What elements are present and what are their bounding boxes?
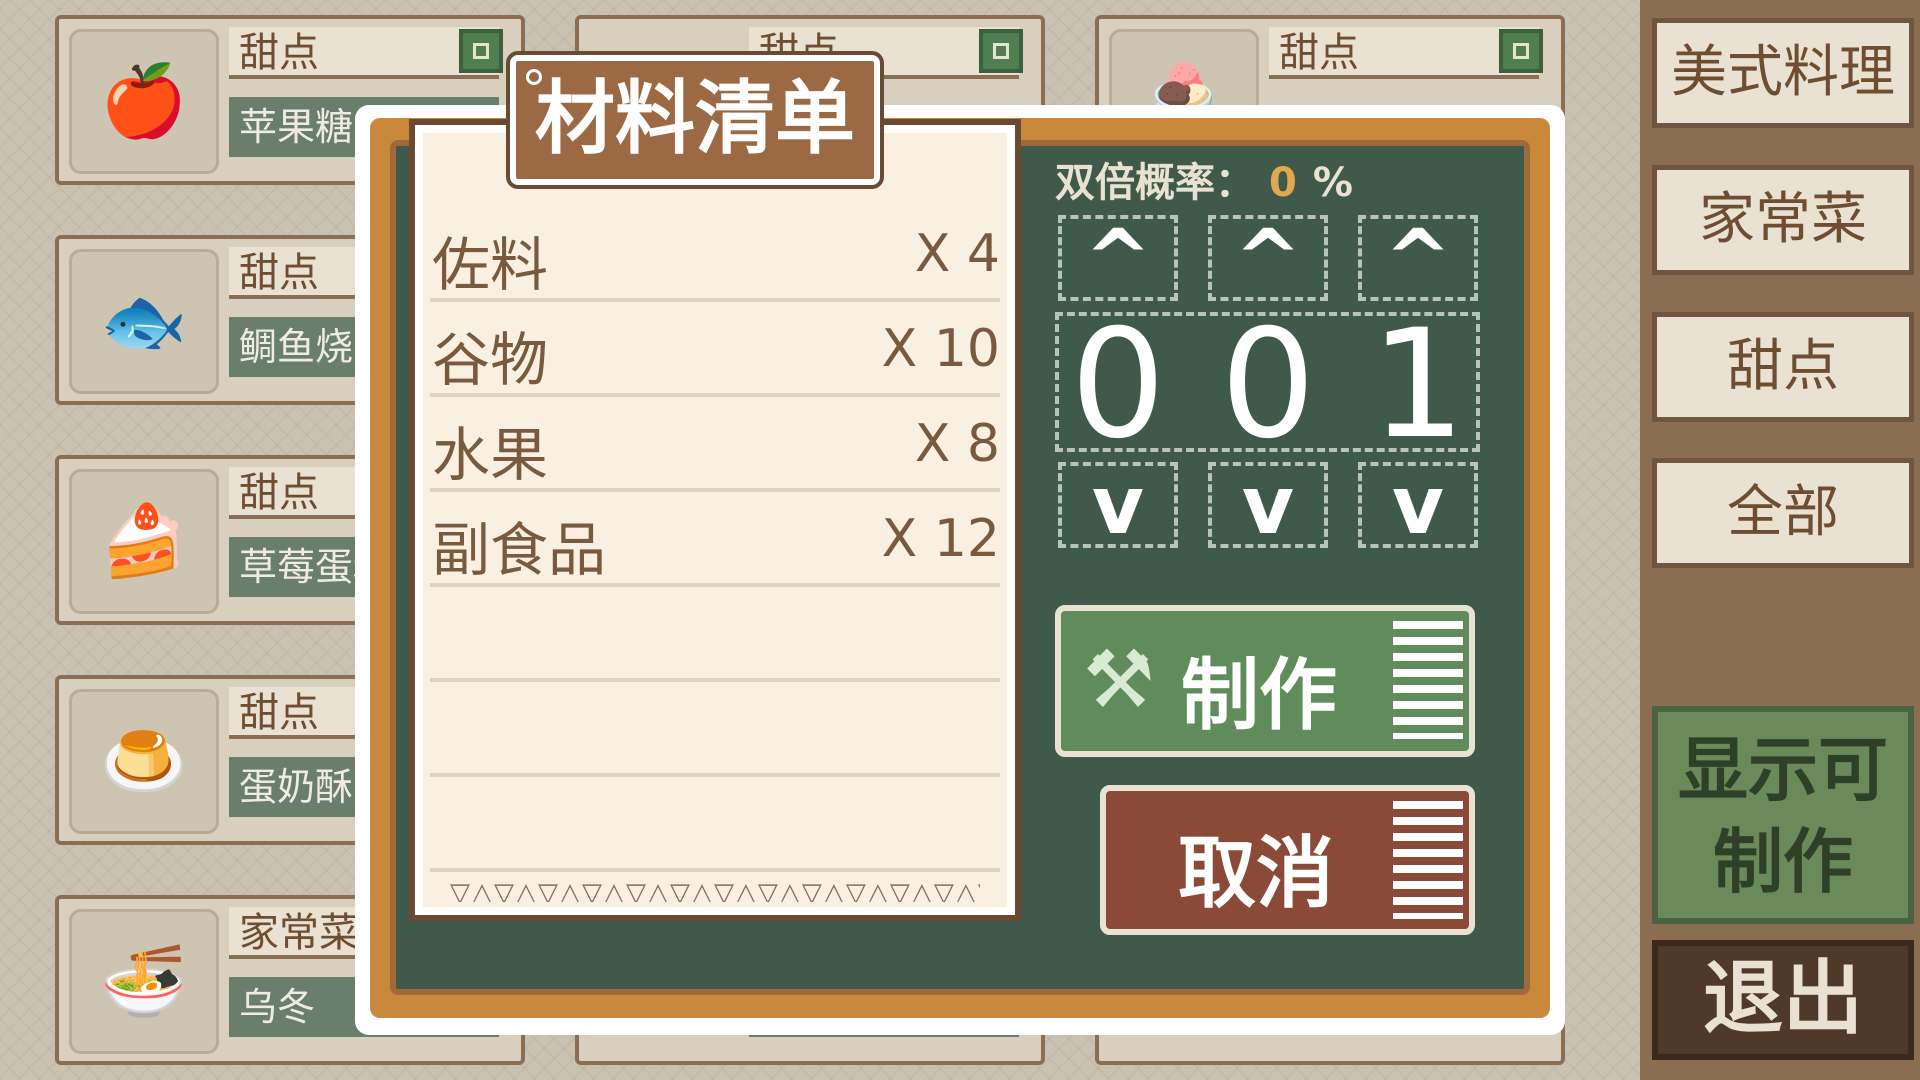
recipe-thumbnail: 🐟 bbox=[69, 249, 219, 394]
filter-home-cooking[interactable]: 家常菜 bbox=[1652, 165, 1914, 275]
digit3-down-icon[interactable]: v bbox=[1358, 462, 1478, 548]
material-qty: X 10 bbox=[881, 319, 1000, 379]
filter-american[interactable]: 美式料理 bbox=[1652, 18, 1914, 128]
recipe-thumbnail: 🍮 bbox=[69, 689, 219, 834]
material-name: 水果 bbox=[432, 421, 549, 489]
material-name: 佐料 bbox=[432, 231, 549, 299]
material-row-empty bbox=[430, 685, 1000, 777]
material-name: 副食品 bbox=[432, 516, 607, 584]
quantity-digit: 0 bbox=[1220, 298, 1316, 472]
material-name: 谷物 bbox=[432, 326, 549, 394]
paper-border-decoration: ▽△▽△▽△▽△▽△▽△▽△▽△▽△▽△▽△▽△▽△ bbox=[450, 878, 980, 902]
material-qty: X 8 bbox=[914, 414, 1000, 474]
material-row-empty bbox=[430, 590, 1000, 682]
materials-title-tag: 材料清单 bbox=[510, 55, 880, 185]
double-chance-unit: % bbox=[1312, 160, 1353, 206]
cancel-button[interactable]: 取消 bbox=[1100, 785, 1475, 935]
exit-button[interactable]: 退出 bbox=[1652, 940, 1914, 1060]
material-row: 副食品 X 12 bbox=[430, 495, 1000, 587]
quantity-digit: 0 bbox=[1070, 298, 1166, 472]
quantity-digit: 1 bbox=[1370, 298, 1466, 472]
gem-icon bbox=[459, 29, 503, 73]
filter-all[interactable]: 全部 bbox=[1652, 458, 1914, 568]
show-craftable-button[interactable]: 显示可制作 bbox=[1652, 706, 1914, 924]
digit1-down-icon[interactable]: v bbox=[1058, 462, 1178, 548]
double-chance-value: 0 bbox=[1269, 160, 1297, 206]
double-chance: 双倍概率： 0% bbox=[1055, 150, 1353, 208]
barcode-icon bbox=[1393, 621, 1463, 739]
material-qty: X 12 bbox=[881, 509, 1000, 569]
anvil-icon: ⚒ bbox=[1083, 633, 1155, 726]
recipe-thumbnail: 🍎 bbox=[69, 29, 219, 174]
material-row-empty bbox=[430, 780, 1000, 872]
digit2-up-icon[interactable]: ^ bbox=[1208, 215, 1328, 301]
double-chance-label: 双倍概率： bbox=[1055, 160, 1255, 206]
gem-icon bbox=[1499, 29, 1543, 73]
material-row: 佐料 X 4 bbox=[430, 210, 1000, 302]
material-row: 谷物 X 10 bbox=[430, 305, 1000, 397]
digit2-down-icon[interactable]: v bbox=[1208, 462, 1328, 548]
cancel-label: 取消 bbox=[1178, 829, 1335, 919]
material-qty: X 4 bbox=[914, 224, 1000, 284]
filter-dessert[interactable]: 甜点 bbox=[1652, 312, 1914, 422]
make-label: 制作 bbox=[1181, 651, 1338, 741]
material-row: 水果 X 8 bbox=[430, 400, 1000, 492]
recipe-thumbnail: 🍰 bbox=[69, 469, 219, 614]
recipe-thumbnail: 🍜 bbox=[69, 909, 219, 1054]
make-button[interactable]: ⚒ 制作 bbox=[1055, 605, 1475, 757]
digit3-up-icon[interactable]: ^ bbox=[1358, 215, 1478, 301]
digit1-up-icon[interactable]: ^ bbox=[1058, 215, 1178, 301]
tag-hole-icon bbox=[526, 69, 542, 85]
barcode-icon bbox=[1393, 801, 1463, 919]
gem-icon bbox=[979, 29, 1023, 73]
materials-title: 材料清单 bbox=[535, 72, 855, 165]
